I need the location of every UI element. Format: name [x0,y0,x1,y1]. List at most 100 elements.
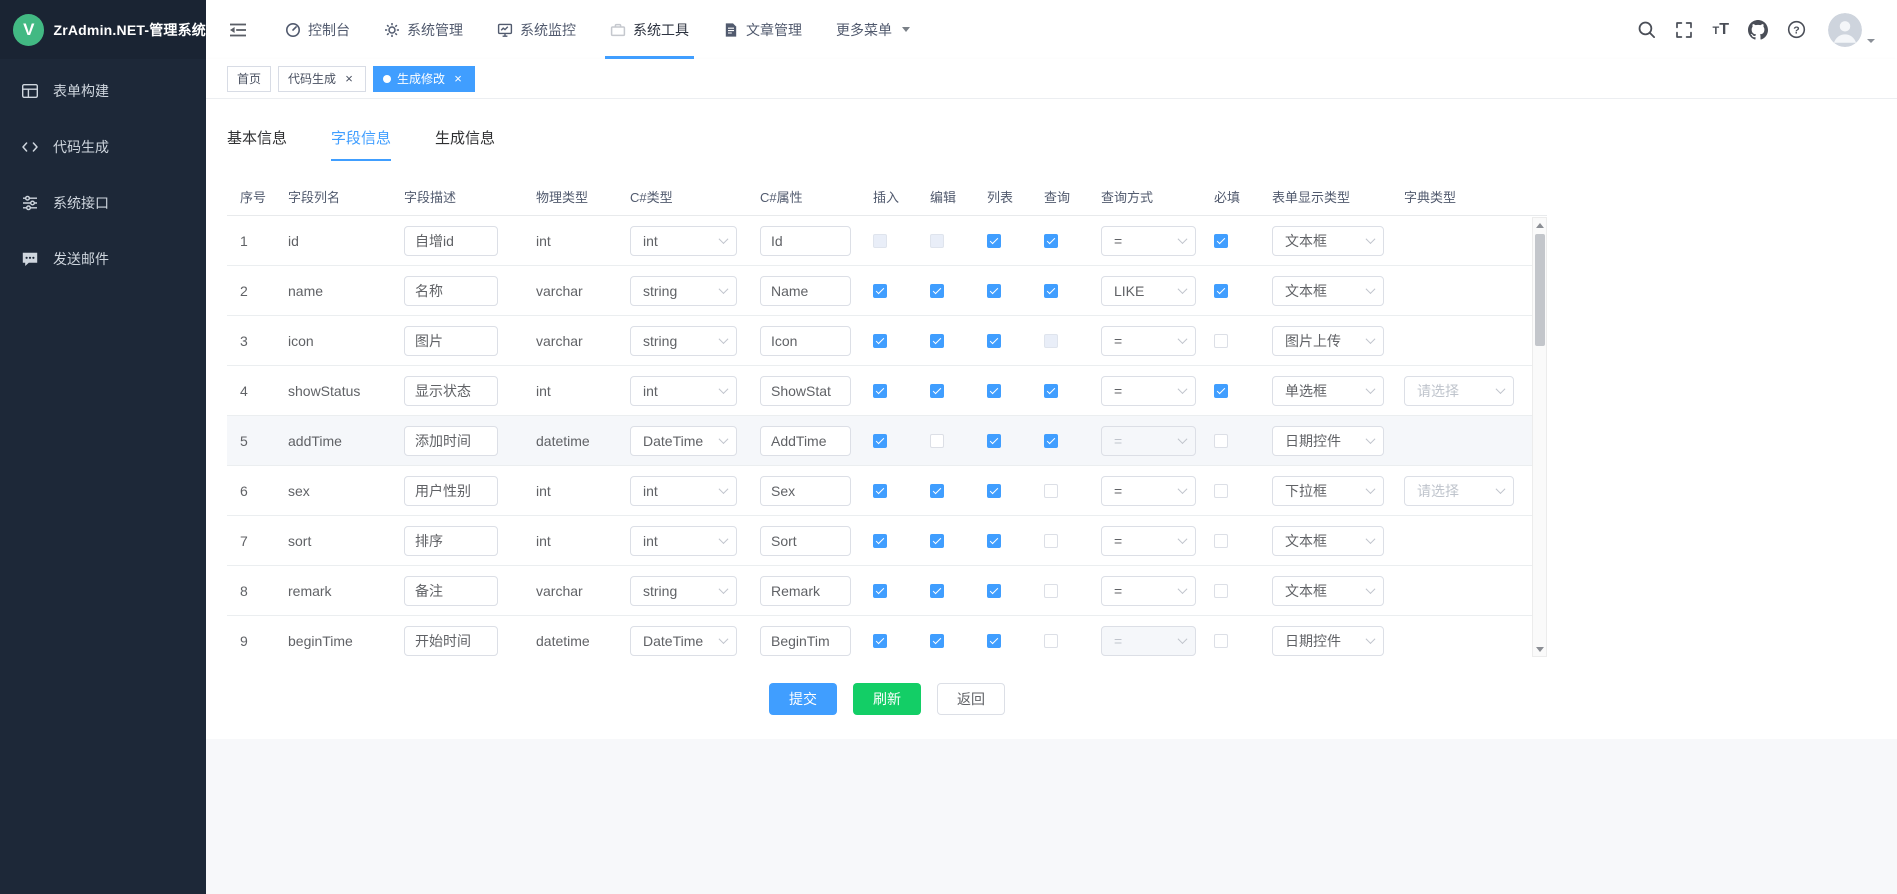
csharp-property-input[interactable] [760,226,851,256]
field-description-input[interactable] [404,626,498,656]
nav-item-article-management[interactable]: 文章管理 [706,0,819,59]
dict-type-select[interactable]: 请选择 [1404,476,1514,506]
query-checkbox[interactable] [1044,234,1058,248]
nav-item-console[interactable]: 控制台 [268,0,367,59]
edit-checkbox[interactable] [930,284,944,298]
edit-checkbox[interactable] [930,384,944,398]
refresh-button[interactable]: 刷新 [853,683,921,715]
csharp-property-input[interactable] [760,326,851,356]
display-type-select[interactable]: 图片上传 [1272,326,1384,356]
sidebar-collapse-icon[interactable] [222,14,254,46]
csharp-type-select[interactable]: string [630,326,737,356]
field-description-input[interactable] [404,326,498,356]
field-description-input[interactable] [404,526,498,556]
insert-checkbox[interactable] [873,434,887,448]
query-type-select[interactable]: = [1101,376,1196,406]
fullscreen-icon[interactable] [1675,21,1693,39]
tab-basic-info[interactable]: 基本信息 [227,125,287,150]
display-type-select[interactable]: 下拉框 [1272,476,1384,506]
edit-checkbox[interactable] [930,534,944,548]
field-description-input[interactable] [404,376,498,406]
list-checkbox[interactable] [987,384,1001,398]
scrollbar-track[interactable] [1533,232,1546,642]
tag-generate-edit[interactable]: 生成修改 × [373,66,475,92]
display-type-select[interactable]: 文本框 [1272,276,1384,306]
insert-checkbox[interactable] [873,484,887,498]
nav-item-system-management[interactable]: 系统管理 [367,0,480,59]
edit-checkbox[interactable] [930,334,944,348]
required-checkbox[interactable] [1214,384,1228,398]
query-type-select[interactable]: = [1101,226,1196,256]
csharp-property-input[interactable] [760,376,851,406]
required-checkbox[interactable] [1214,334,1228,348]
query-checkbox[interactable] [1044,634,1058,648]
close-tab-icon[interactable]: × [342,72,356,86]
list-checkbox[interactable] [987,234,1001,248]
query-type-select[interactable]: = [1101,576,1196,606]
csharp-property-input[interactable] [760,626,851,656]
csharp-type-select[interactable]: int [630,526,737,556]
scroll-up-arrow[interactable] [1533,218,1546,232]
scrollbar-thumb[interactable] [1535,234,1545,346]
csharp-property-input[interactable] [760,526,851,556]
csharp-property-input[interactable] [760,276,851,306]
tab-field-info[interactable]: 字段信息 [331,125,391,150]
edit-checkbox[interactable] [930,484,944,498]
required-checkbox[interactable] [1214,234,1228,248]
query-checkbox[interactable] [1044,484,1058,498]
query-type-select[interactable]: LIKE [1101,276,1196,306]
display-type-select[interactable]: 文本框 [1272,526,1384,556]
list-checkbox[interactable] [987,434,1001,448]
query-checkbox[interactable] [1044,534,1058,548]
query-type-select[interactable]: = [1101,476,1196,506]
insert-checkbox[interactable] [873,534,887,548]
required-checkbox[interactable] [1214,534,1228,548]
table-scrollbar[interactable] [1532,217,1547,657]
csharp-type-select[interactable]: int [630,226,737,256]
insert-checkbox[interactable] [873,384,887,398]
csharp-property-input[interactable] [760,576,851,606]
query-type-select[interactable]: = [1101,326,1196,356]
csharp-type-select[interactable]: int [630,476,737,506]
query-type-select[interactable]: = [1101,426,1196,456]
edit-checkbox[interactable] [930,634,944,648]
required-checkbox[interactable] [1214,584,1228,598]
github-icon[interactable] [1748,20,1768,40]
submit-button[interactable]: 提交 [769,683,837,715]
close-tab-icon[interactable]: × [451,72,465,86]
insert-checkbox[interactable] [873,634,887,648]
back-button[interactable]: 返回 [937,683,1005,715]
query-type-select[interactable]: = [1101,626,1196,656]
display-type-select[interactable]: 文本框 [1272,576,1384,606]
csharp-property-input[interactable] [760,426,851,456]
nav-item-system-monitoring[interactable]: 系统监控 [480,0,593,59]
sidebar-item-send-mail[interactable]: 发送邮件 [0,231,206,287]
list-checkbox[interactable] [987,634,1001,648]
sidebar-item-form-builder[interactable]: 表单构建 [0,63,206,119]
nav-item-system-tools[interactable]: 系统工具 [593,0,706,59]
display-type-select[interactable]: 单选框 [1272,376,1384,406]
help-icon[interactable]: ? [1787,20,1806,39]
csharp-type-select[interactable]: string [630,576,737,606]
required-checkbox[interactable] [1214,434,1228,448]
required-checkbox[interactable] [1214,484,1228,498]
font-size-icon[interactable]: TT [1712,22,1729,38]
display-type-select[interactable]: 日期控件 [1272,426,1384,456]
query-checkbox[interactable] [1044,434,1058,448]
list-checkbox[interactable] [987,534,1001,548]
field-description-input[interactable] [404,276,498,306]
edit-checkbox[interactable] [930,434,944,448]
scroll-down-arrow[interactable] [1533,642,1546,656]
insert-checkbox[interactable] [873,284,887,298]
display-type-select[interactable]: 文本框 [1272,226,1384,256]
query-checkbox[interactable] [1044,384,1058,398]
csharp-type-select[interactable]: int [630,376,737,406]
list-checkbox[interactable] [987,334,1001,348]
edit-checkbox[interactable] [930,584,944,598]
list-checkbox[interactable] [987,284,1001,298]
display-type-select[interactable]: 日期控件 [1272,626,1384,656]
dict-type-select[interactable]: 请选择 [1404,376,1514,406]
csharp-property-input[interactable] [760,476,851,506]
insert-checkbox[interactable] [873,334,887,348]
tag-code-generation[interactable]: 代码生成 × [278,66,366,92]
